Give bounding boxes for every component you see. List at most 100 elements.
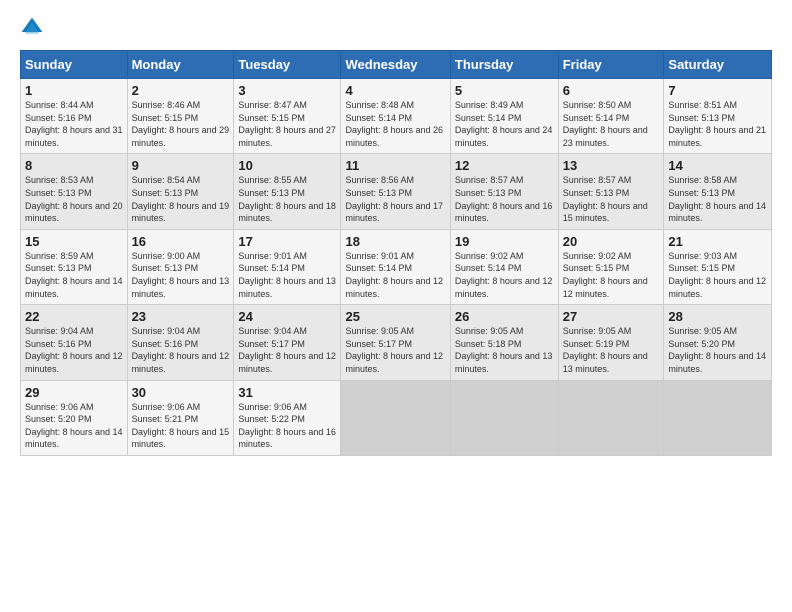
header-day-tuesday: Tuesday [234, 51, 341, 79]
calendar-cell [558, 380, 664, 455]
calendar-cell: 31 Sunrise: 9:06 AMSunset: 5:22 PMDayligh… [234, 380, 341, 455]
day-number: 10 [238, 158, 336, 173]
calendar-cell: 5 Sunrise: 8:49 AMSunset: 5:14 PMDaylight… [450, 79, 558, 154]
day-info: Sunrise: 9:06 AMSunset: 5:21 PMDaylight:… [132, 402, 230, 450]
day-number: 19 [455, 234, 554, 249]
day-number: 4 [345, 83, 445, 98]
week-row-1: 1 Sunrise: 8:44 AMSunset: 5:16 PMDaylight… [21, 79, 772, 154]
calendar-cell: 20Sunrise: 9:02 AMSunset: 5:15 PMDayligh… [558, 229, 664, 304]
day-number: 22 [25, 309, 123, 324]
calendar-cell: 9 Sunrise: 8:54 AMSunset: 5:13 PMDaylight… [127, 154, 234, 229]
header [20, 16, 772, 40]
header-day-monday: Monday [127, 51, 234, 79]
day-info: Sunrise: 8:53 AMSunset: 5:13 PMDaylight:… [25, 175, 123, 223]
calendar-cell: 15 Sunrise: 8:59 AMSunset: 5:13 PMDayligh… [21, 229, 128, 304]
day-info: Sunrise: 9:06 AMSunset: 5:20 PMDaylight:… [25, 402, 123, 450]
day-number: 5 [455, 83, 554, 98]
day-number: 1 [25, 83, 123, 98]
header-day-sunday: Sunday [21, 51, 128, 79]
day-number: 25 [345, 309, 445, 324]
header-day-thursday: Thursday [450, 51, 558, 79]
day-number: 14 [668, 158, 767, 173]
calendar-cell: 19 Sunrise: 9:02 AMSunset: 5:14 PMDayligh… [450, 229, 558, 304]
day-info: Sunrise: 9:00 AMSunset: 5:13 PMDaylight:… [132, 251, 230, 299]
calendar-cell: 4 Sunrise: 8:48 AMSunset: 5:14 PMDaylight… [341, 79, 450, 154]
calendar-cell: 13Sunrise: 8:57 AMSunset: 5:13 PMDayligh… [558, 154, 664, 229]
day-info: Sunrise: 9:02 AMSunset: 5:14 PMDaylight:… [455, 251, 553, 299]
day-number: 15 [25, 234, 123, 249]
calendar-cell [664, 380, 772, 455]
week-row-3: 15 Sunrise: 8:59 AMSunset: 5:13 PMDayligh… [21, 229, 772, 304]
day-number: 7 [668, 83, 767, 98]
calendar-cell: 27Sunrise: 9:05 AMSunset: 5:19 PMDayligh… [558, 305, 664, 380]
calendar-cell: 17 Sunrise: 9:01 AMSunset: 5:14 PMDayligh… [234, 229, 341, 304]
day-info: Sunrise: 8:47 AMSunset: 5:15 PMDaylight:… [238, 100, 336, 148]
day-info: Sunrise: 9:05 AMSunset: 5:19 PMDaylight:… [563, 326, 648, 374]
calendar-cell: 8Sunrise: 8:53 AMSunset: 5:13 PMDaylight… [21, 154, 128, 229]
calendar-cell: 18Sunrise: 9:01 AMSunset: 5:14 PMDayligh… [341, 229, 450, 304]
day-info: Sunrise: 8:50 AMSunset: 5:14 PMDaylight:… [563, 100, 648, 148]
calendar-cell: 21Sunrise: 9:03 AMSunset: 5:15 PMDayligh… [664, 229, 772, 304]
day-info: Sunrise: 8:55 AMSunset: 5:13 PMDaylight:… [238, 175, 336, 223]
page: SundayMondayTuesdayWednesdayThursdayFrid… [0, 0, 792, 472]
calendar-cell: 14 Sunrise: 8:58 AMSunset: 5:13 PMDayligh… [664, 154, 772, 229]
day-info: Sunrise: 9:06 AMSunset: 5:22 PMDaylight:… [238, 402, 336, 450]
day-info: Sunrise: 8:46 AMSunset: 5:15 PMDaylight:… [132, 100, 230, 148]
calendar-cell [450, 380, 558, 455]
day-number: 28 [668, 309, 767, 324]
day-number: 16 [132, 234, 230, 249]
day-number: 11 [345, 158, 445, 173]
calendar-cell: 24Sunrise: 9:04 AMSunset: 5:17 PMDayligh… [234, 305, 341, 380]
calendar-cell: 16 Sunrise: 9:00 AMSunset: 5:13 PMDayligh… [127, 229, 234, 304]
week-row-5: 29Sunrise: 9:06 AMSunset: 5:20 PMDayligh… [21, 380, 772, 455]
calendar-cell: 1 Sunrise: 8:44 AMSunset: 5:16 PMDaylight… [21, 79, 128, 154]
day-info: Sunrise: 8:51 AMSunset: 5:13 PMDaylight:… [668, 100, 766, 148]
day-info: Sunrise: 9:01 AMSunset: 5:14 PMDaylight:… [345, 251, 443, 299]
day-number: 23 [132, 309, 230, 324]
calendar-cell: 28 Sunrise: 9:05 AMSunset: 5:20 PMDayligh… [664, 305, 772, 380]
calendar-cell: 29Sunrise: 9:06 AMSunset: 5:20 PMDayligh… [21, 380, 128, 455]
day-info: Sunrise: 9:04 AMSunset: 5:16 PMDaylight:… [132, 326, 230, 374]
day-info: Sunrise: 8:48 AMSunset: 5:14 PMDaylight:… [345, 100, 443, 148]
logo [20, 16, 50, 40]
calendar-cell: 7 Sunrise: 8:51 AMSunset: 5:13 PMDaylight… [664, 79, 772, 154]
day-info: Sunrise: 9:05 AMSunset: 5:20 PMDaylight:… [668, 326, 766, 374]
calendar-cell: 22 Sunrise: 9:04 AMSunset: 5:16 PMDayligh… [21, 305, 128, 380]
day-info: Sunrise: 9:04 AMSunset: 5:17 PMDaylight:… [238, 326, 336, 374]
header-day-wednesday: Wednesday [341, 51, 450, 79]
week-row-4: 22 Sunrise: 9:04 AMSunset: 5:16 PMDayligh… [21, 305, 772, 380]
day-info: Sunrise: 8:58 AMSunset: 5:13 PMDaylight:… [668, 175, 766, 223]
day-info: Sunrise: 9:01 AMSunset: 5:14 PMDaylight:… [238, 251, 336, 299]
header-row: SundayMondayTuesdayWednesdayThursdayFrid… [21, 51, 772, 79]
day-info: Sunrise: 8:54 AMSunset: 5:13 PMDaylight:… [132, 175, 230, 223]
calendar-cell: 12 Sunrise: 8:57 AMSunset: 5:13 PMDayligh… [450, 154, 558, 229]
day-number: 30 [132, 385, 230, 400]
day-info: Sunrise: 8:49 AMSunset: 5:14 PMDaylight:… [455, 100, 553, 148]
day-number: 2 [132, 83, 230, 98]
day-info: Sunrise: 8:57 AMSunset: 5:13 PMDaylight:… [455, 175, 553, 223]
calendar-cell: 10 Sunrise: 8:55 AMSunset: 5:13 PMDayligh… [234, 154, 341, 229]
calendar-cell: 26Sunrise: 9:05 AMSunset: 5:18 PMDayligh… [450, 305, 558, 380]
day-info: Sunrise: 9:04 AMSunset: 5:16 PMDaylight:… [25, 326, 123, 374]
day-number: 9 [132, 158, 230, 173]
calendar-cell: 25 Sunrise: 9:05 AMSunset: 5:17 PMDayligh… [341, 305, 450, 380]
day-number: 21 [668, 234, 767, 249]
day-number: 12 [455, 158, 554, 173]
day-info: Sunrise: 9:05 AMSunset: 5:17 PMDaylight:… [345, 326, 443, 374]
header-day-friday: Friday [558, 51, 664, 79]
calendar-cell: 3 Sunrise: 8:47 AMSunset: 5:15 PMDaylight… [234, 79, 341, 154]
day-number: 13 [563, 158, 660, 173]
week-row-2: 8Sunrise: 8:53 AMSunset: 5:13 PMDaylight… [21, 154, 772, 229]
day-info: Sunrise: 8:59 AMSunset: 5:13 PMDaylight:… [25, 251, 123, 299]
logo-icon [20, 16, 44, 40]
day-info: Sunrise: 9:02 AMSunset: 5:15 PMDaylight:… [563, 251, 648, 299]
day-info: Sunrise: 8:56 AMSunset: 5:13 PMDaylight:… [345, 175, 443, 223]
calendar-cell: 23 Sunrise: 9:04 AMSunset: 5:16 PMDayligh… [127, 305, 234, 380]
day-number: 3 [238, 83, 336, 98]
day-number: 6 [563, 83, 660, 98]
day-number: 31 [238, 385, 336, 400]
header-day-saturday: Saturday [664, 51, 772, 79]
day-info: Sunrise: 8:44 AMSunset: 5:16 PMDaylight:… [25, 100, 123, 148]
day-number: 17 [238, 234, 336, 249]
calendar-cell: 6 Sunrise: 8:50 AMSunset: 5:14 PMDaylight… [558, 79, 664, 154]
